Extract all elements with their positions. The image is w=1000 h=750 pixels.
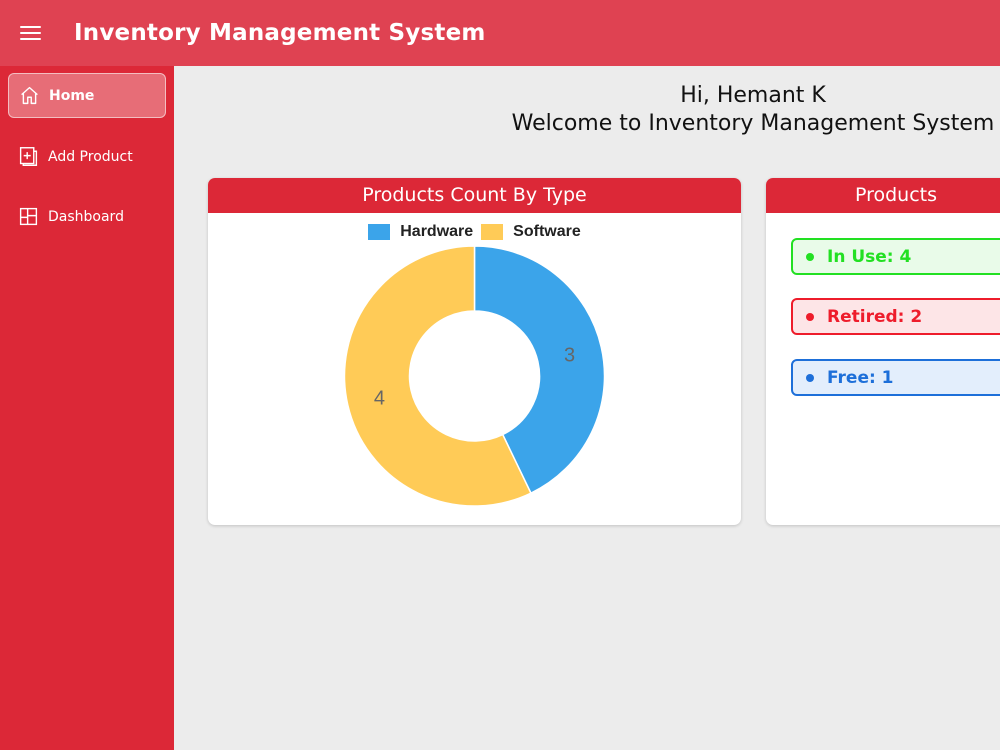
- sidebar-item-home[interactable]: Home: [8, 73, 166, 118]
- donut-data-label: 4: [374, 388, 385, 410]
- status-dot: [806, 312, 814, 321]
- app-title: Inventory Management System: [74, 20, 486, 46]
- sidebar-item-add-product[interactable]: Add Product: [8, 134, 166, 179]
- card-title: Products: [766, 178, 1000, 213]
- donut-data-label: 3: [564, 344, 575, 366]
- greeting: Hi, Hemant K Welcome to Inventory Manage…: [480, 82, 1000, 138]
- card-title: Products Count By Type: [208, 178, 741, 213]
- status-label: Retired: 2: [827, 306, 923, 327]
- doughnut-chart: 34: [343, 245, 606, 507]
- status-dot: [806, 252, 814, 261]
- sidebar-item-label: Home: [49, 87, 95, 104]
- sidebar-item-label: Add Product: [48, 148, 133, 165]
- add-document-icon: [17, 146, 39, 168]
- greeting-name: Hi, Hemant K: [680, 83, 826, 108]
- sidebar-item-label: Dashboard: [48, 208, 124, 225]
- hamburger-menu-icon[interactable]: [18, 20, 52, 46]
- products-status-card: Products In Use: 4 Retired: 2 Free: 1: [766, 178, 1000, 525]
- top-app-bar: Inventory Management System: [0, 0, 1000, 66]
- status-free[interactable]: Free: 1: [791, 359, 1000, 396]
- status-in-use[interactable]: In Use: 4: [791, 238, 1000, 275]
- dashboard-icon: [17, 206, 39, 228]
- home-icon: [18, 85, 40, 107]
- status-retired[interactable]: Retired: 2: [791, 298, 1000, 335]
- products-by-type-card: Products Count By Type Hardware Software…: [208, 178, 741, 525]
- sidebar: Home Add Product Dashboard: [0, 66, 174, 750]
- status-label: In Use: 4: [827, 246, 912, 267]
- sidebar-item-dashboard[interactable]: Dashboard: [8, 194, 166, 239]
- greeting-welcome: Welcome to Inventory Management System: [511, 111, 995, 136]
- status-dot: [806, 373, 814, 382]
- status-label: Free: 1: [827, 367, 894, 388]
